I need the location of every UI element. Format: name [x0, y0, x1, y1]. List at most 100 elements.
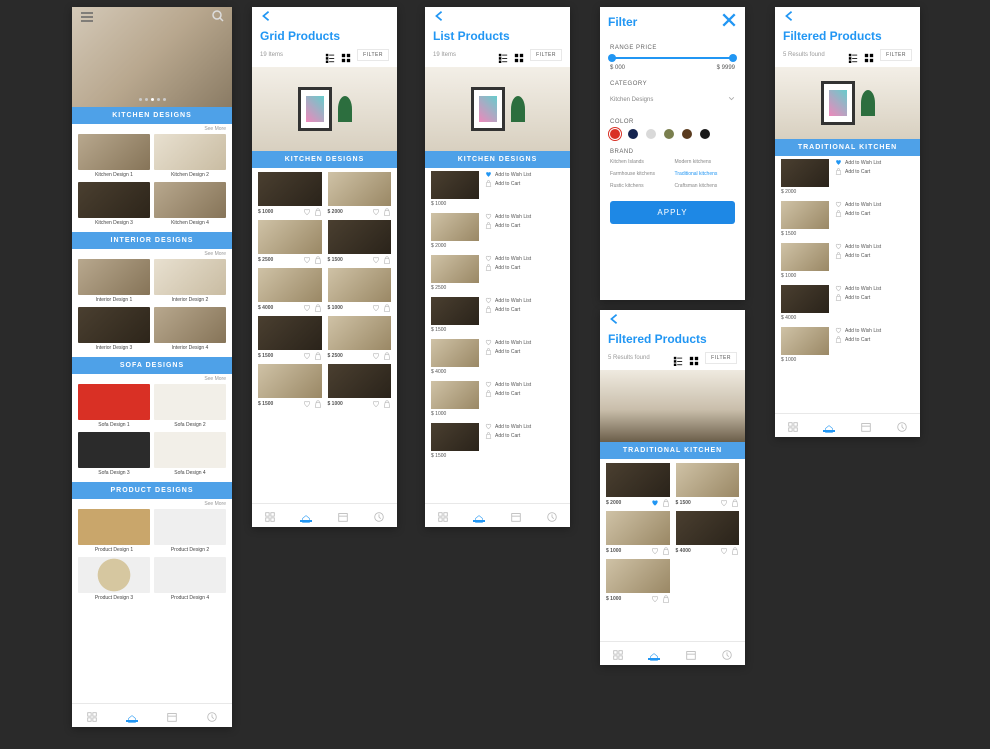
list-item[interactable]: $ 1000Add to Wish ListAdd to Cart — [781, 243, 914, 279]
wishlist-icon[interactable] — [372, 400, 380, 408]
add-cart-button[interactable]: Add to Cart — [835, 294, 881, 301]
grid-view-icon[interactable] — [341, 50, 351, 60]
category-select[interactable]: Kitchen Designs — [610, 91, 735, 109]
see-more-link[interactable]: See More — [72, 499, 232, 509]
nav-settings-icon[interactable] — [373, 510, 385, 522]
add-wishlist-button[interactable]: Add to Wish List — [835, 327, 881, 334]
nav-grid-icon[interactable] — [787, 420, 799, 432]
wishlist-icon[interactable] — [303, 400, 311, 408]
list-item[interactable]: $ 2000Add to Wish ListAdd to Cart — [781, 159, 914, 195]
add-wishlist-button[interactable]: Add to Wish List — [485, 171, 531, 178]
category-item[interactable]: Interior Design 3 — [78, 307, 150, 351]
nav-home-icon[interactable] — [823, 420, 835, 432]
add-cart-button[interactable]: Add to Cart — [485, 306, 531, 313]
list-view-icon[interactable] — [498, 50, 508, 60]
nav-grid-icon[interactable] — [86, 710, 98, 722]
list-item[interactable]: $ 4000Add to Wish ListAdd to Cart — [431, 339, 564, 375]
see-more-link[interactable]: See More — [72, 249, 232, 259]
nav-home-icon[interactable] — [300, 510, 312, 522]
product-card[interactable]: $ 1000 — [328, 268, 392, 312]
product-card[interactable]: $ 1000 — [606, 511, 670, 555]
wishlist-icon[interactable] — [651, 499, 659, 507]
brand-option[interactable]: Traditional kitchens — [675, 171, 736, 177]
product-card[interactable]: $ 4000 — [258, 268, 322, 312]
cart-icon[interactable] — [662, 547, 670, 555]
hamburger-icon[interactable] — [80, 9, 94, 27]
add-wishlist-button[interactable]: Add to Wish List — [835, 285, 881, 292]
wishlist-icon[interactable] — [372, 208, 380, 216]
back-icon[interactable] — [783, 9, 795, 27]
grid-view-icon[interactable] — [864, 50, 874, 60]
grid-view-icon[interactable] — [514, 50, 524, 60]
category-item[interactable]: Product Design 3 — [78, 557, 150, 601]
add-wishlist-button[interactable]: Add to Wish List — [485, 339, 531, 346]
cart-icon[interactable] — [383, 208, 391, 216]
product-card[interactable]: $ 1000 — [258, 172, 322, 216]
cart-icon[interactable] — [662, 595, 670, 603]
category-item[interactable]: Kitchen Design 2 — [154, 134, 226, 178]
color-swatch[interactable] — [664, 129, 674, 139]
wishlist-icon[interactable] — [372, 304, 380, 312]
add-wishlist-button[interactable]: Add to Wish List — [835, 159, 881, 166]
filter-button[interactable]: FILTER — [705, 352, 737, 364]
list-item[interactable]: $ 1000Add to Wish ListAdd to Cart — [431, 171, 564, 207]
cart-icon[interactable] — [383, 400, 391, 408]
list-item[interactable]: $ 4000Add to Wish ListAdd to Cart — [781, 285, 914, 321]
wishlist-icon[interactable] — [651, 595, 659, 603]
list-view-icon[interactable] — [848, 50, 858, 60]
add-wishlist-button[interactable]: Add to Wish List — [485, 423, 531, 430]
brand-option[interactable]: Craftsman kitchens — [675, 183, 736, 189]
category-item[interactable]: Kitchen Design 3 — [78, 182, 150, 226]
product-card[interactable]: $ 1500 — [258, 364, 322, 408]
brand-option[interactable]: Modern kitchens — [675, 159, 736, 165]
color-swatch[interactable] — [628, 129, 638, 139]
color-swatch[interactable] — [646, 129, 656, 139]
nav-home-icon[interactable] — [648, 648, 660, 660]
wishlist-icon[interactable] — [303, 256, 311, 264]
category-item[interactable]: Sofa Design 4 — [154, 432, 226, 476]
add-cart-button[interactable]: Add to Cart — [485, 222, 531, 229]
add-wishlist-button[interactable]: Add to Wish List — [485, 213, 531, 220]
home-banner-interior[interactable]: INTERIOR DESIGNS — [72, 232, 232, 249]
product-card[interactable]: $ 2500 — [258, 220, 322, 264]
brand-option[interactable]: Rustic kitchens — [610, 183, 671, 189]
category-item[interactable]: Sofa Design 3 — [78, 432, 150, 476]
list-view-icon[interactable] — [325, 50, 335, 60]
product-card[interactable]: $ 2000 — [328, 172, 392, 216]
color-swatch[interactable] — [682, 129, 692, 139]
category-item[interactable]: Kitchen Design 1 — [78, 134, 150, 178]
search-icon[interactable] — [212, 9, 224, 27]
home-banner-kitchen[interactable]: KITCHEN DESIGNS — [72, 107, 232, 124]
product-card[interactable]: $ 1500 — [676, 463, 740, 507]
add-cart-button[interactable]: Add to Cart — [485, 264, 531, 271]
list-item[interactable]: $ 2000Add to Wish ListAdd to Cart — [431, 213, 564, 249]
cart-icon[interactable] — [731, 499, 739, 507]
list-item[interactable]: $ 1000Add to Wish ListAdd to Cart — [781, 327, 914, 363]
back-icon[interactable] — [608, 312, 620, 330]
category-item[interactable]: Product Design 4 — [154, 557, 226, 601]
cart-icon[interactable] — [383, 256, 391, 264]
wishlist-icon[interactable] — [720, 499, 728, 507]
list-item[interactable]: $ 1500Add to Wish ListAdd to Cart — [781, 201, 914, 237]
brand-option[interactable]: Farmhouse kitchens — [610, 171, 671, 177]
add-wishlist-button[interactable]: Add to Wish List — [835, 201, 881, 208]
nav-calendar-icon[interactable] — [685, 648, 697, 660]
cart-icon[interactable] — [314, 208, 322, 216]
category-item[interactable]: Sofa Design 2 — [154, 384, 226, 428]
product-card[interactable]: $ 1000 — [328, 364, 392, 408]
nav-settings-icon[interactable] — [896, 420, 908, 432]
wishlist-icon[interactable] — [651, 547, 659, 555]
add-wishlist-button[interactable]: Add to Wish List — [485, 381, 531, 388]
brand-option[interactable]: Kitchen Islands — [610, 159, 671, 165]
cart-icon[interactable] — [383, 304, 391, 312]
nav-settings-icon[interactable] — [721, 648, 733, 660]
nav-settings-icon[interactable] — [206, 710, 218, 722]
add-cart-button[interactable]: Add to Cart — [835, 336, 881, 343]
see-more-link[interactable]: See More — [72, 374, 232, 384]
filter-button[interactable]: FILTER — [880, 49, 912, 61]
wishlist-icon[interactable] — [372, 352, 380, 360]
product-card[interactable]: $ 4000 — [676, 511, 740, 555]
see-more-link[interactable]: See More — [72, 124, 232, 134]
filter-button[interactable]: FILTER — [357, 49, 389, 61]
list-item[interactable]: $ 1500Add to Wish ListAdd to Cart — [431, 297, 564, 333]
